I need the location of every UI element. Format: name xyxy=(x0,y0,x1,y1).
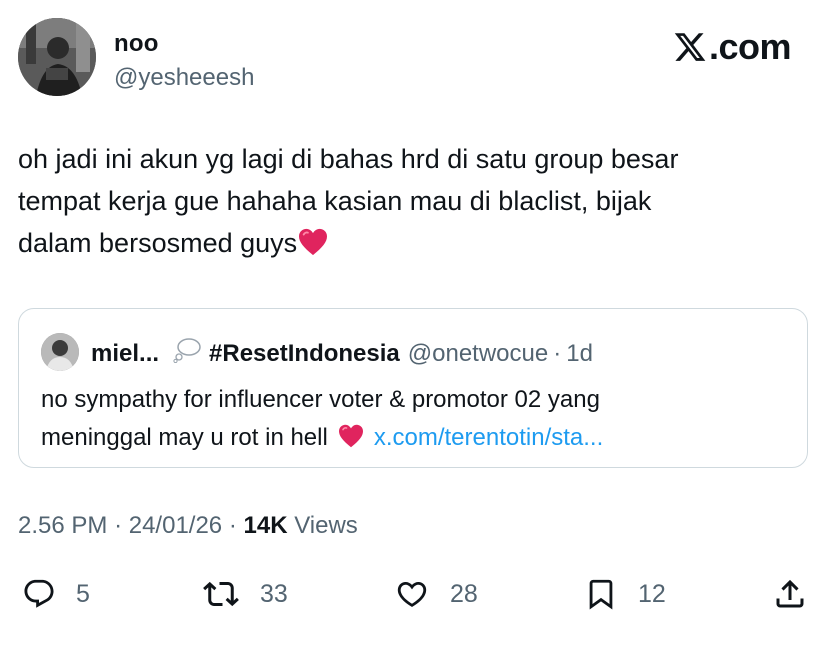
like-button[interactable]: 28 xyxy=(394,568,478,620)
author-handle[interactable]: @yesheeesh xyxy=(114,64,254,92)
action-bar: 5 33 28 12 xyxy=(0,568,827,620)
reply-count: 5 xyxy=(76,579,90,608)
tweet-date[interactable]: 24/01/26 xyxy=(129,512,222,539)
bookmark-count: 12 xyxy=(638,579,666,608)
x-com-logo: .com xyxy=(672,26,792,68)
repost-button[interactable]: 33 xyxy=(202,568,288,620)
heart-emoji-icon xyxy=(338,422,364,460)
reply-button[interactable]: 5 xyxy=(22,568,90,620)
thought-bubble-icon xyxy=(173,337,201,370)
separator-dot: · xyxy=(114,512,123,539)
tweet-header: noo @yesheeesh .com xyxy=(18,18,803,98)
repost-count: 33 xyxy=(260,579,288,608)
separator-dot: · xyxy=(228,512,237,539)
share-icon xyxy=(776,579,804,608)
logo-text: .com xyxy=(708,26,792,67)
views-count[interactable]: 14K xyxy=(244,512,288,539)
quoted-line-text: meninggal may u rot in hell xyxy=(41,424,328,451)
tweet-line: tempat kerja gue hahaha kasian mau di bl… xyxy=(18,186,652,216)
tweet-line: oh jadi ini akun yg lagi di bahas hrd di… xyxy=(18,144,679,174)
repost-icon xyxy=(203,581,239,607)
heart-emoji-icon xyxy=(298,226,328,268)
quoted-author-avatar[interactable] xyxy=(41,333,79,371)
author-name[interactable]: noo xyxy=(114,30,159,58)
quoted-author-tag[interactable]: #ResetIndonesia xyxy=(209,340,400,368)
separator-dot: · xyxy=(553,339,562,367)
x-logo-icon xyxy=(674,33,706,61)
author-avatar[interactable] xyxy=(18,18,96,96)
quoted-author-handle[interactable]: @onetwocue xyxy=(408,340,548,368)
tweet-time[interactable]: 2.56 PM xyxy=(18,512,107,539)
like-icon xyxy=(397,581,427,607)
quoted-tweet[interactable]: miel... #ResetIndonesia @onetwocue · 1d … xyxy=(18,308,808,468)
bookmark-button[interactable]: 12 xyxy=(584,568,666,620)
tweet-line: dalam bersosmed guys xyxy=(18,222,798,268)
quoted-link[interactable]: x.com/terentotin/sta... xyxy=(374,424,603,451)
views-label: Views xyxy=(294,512,358,539)
like-count: 28 xyxy=(450,579,478,608)
tweet-meta: 2.56 PM · 24/01/26 · 14K Views xyxy=(18,512,358,540)
bookmark-icon xyxy=(589,579,613,610)
reply-icon xyxy=(24,579,54,608)
quoted-line: no sympathy for influencer voter & promo… xyxy=(41,386,600,413)
quoted-body: no sympathy for influencer voter & promo… xyxy=(41,381,781,460)
quoted-age: 1d xyxy=(566,339,593,367)
quoted-header: miel... #ResetIndonesia @onetwocue · 1d xyxy=(91,337,593,370)
tweet-line-text: dalam bersosmed guys xyxy=(18,228,298,258)
quoted-line: meninggal may u rot in hell x.com/terento… xyxy=(41,419,781,460)
share-button[interactable] xyxy=(772,568,808,620)
tweet-body: oh jadi ini akun yg lagi di bahas hrd di… xyxy=(18,138,798,268)
quoted-author-name[interactable]: miel... xyxy=(91,340,159,368)
